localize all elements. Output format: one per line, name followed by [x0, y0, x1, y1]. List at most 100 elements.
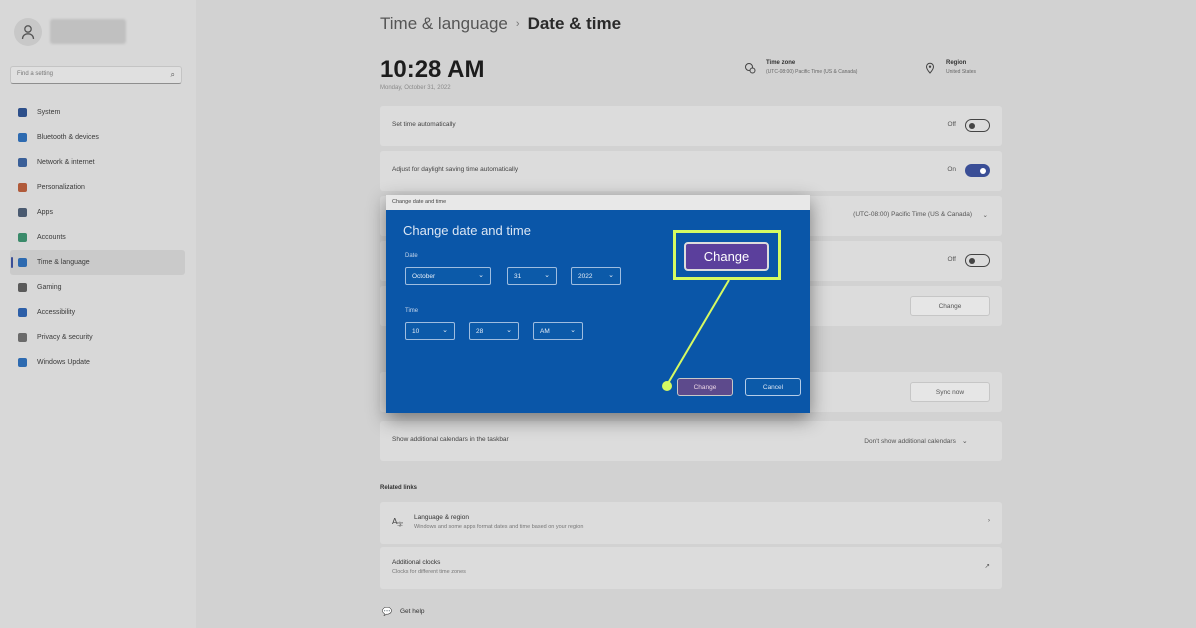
year-value: 2022 [578, 273, 593, 280]
ampm-value: AM [540, 328, 550, 335]
search-input[interactable]: Find a setting ⌕ [10, 66, 182, 84]
sidebar-item-label: Apps [37, 209, 53, 216]
day-value: 31 [514, 273, 522, 280]
set-time-auto-label: Set time automatically [392, 121, 456, 128]
wifi-icon [18, 158, 27, 167]
sidebar-item-apps[interactable]: Apps [10, 200, 185, 225]
sidebar-item-bluetooth-devices[interactable]: Bluetooth & devices [10, 125, 185, 150]
search-placeholder: Find a setting [17, 71, 54, 77]
set-time-auto-toggle[interactable] [965, 119, 990, 132]
gamepad-icon [18, 283, 27, 292]
sidebar-item-label: System [37, 109, 61, 116]
month-value: October [412, 273, 436, 280]
hour-select[interactable]: 10 ⌄ [405, 322, 455, 340]
get-help-link[interactable]: 💬 Get help [382, 607, 425, 616]
dst-auto-state: On [947, 166, 956, 173]
sidebar-item-windows-update[interactable]: Windows Update [10, 350, 185, 375]
dialog-cancel-button[interactable]: Cancel [745, 378, 801, 396]
region-value: United States [946, 69, 977, 75]
location-pin-icon [925, 62, 935, 74]
current-date: Monday, October 31, 2022 [380, 85, 451, 91]
chevron-down-icon: ⌄ [961, 438, 968, 445]
chevron-down-icon: ⌄ [506, 327, 512, 334]
chevron-down-icon: ⌄ [570, 327, 576, 334]
accessibility-icon [18, 308, 27, 317]
region-title: Region [946, 60, 967, 66]
sidebar-item-label: Privacy & security [37, 334, 93, 341]
shield-icon [18, 333, 27, 342]
chevron-down-icon: ⌄ [544, 272, 550, 279]
sidebar-item-label: Gaming [37, 284, 62, 291]
dialog-heading: Change date and time [403, 223, 531, 238]
monitor-icon [18, 108, 27, 117]
time-label: Time [405, 308, 419, 314]
region-summary: Region United States [924, 60, 976, 75]
person-icon [21, 25, 35, 40]
dialog-titlebar[interactable]: Change date and time [386, 195, 810, 210]
additional-clocks-subtitle: Clocks for different time zones [392, 569, 466, 575]
month-select[interactable]: October ⌄ [405, 267, 491, 285]
callout-change-button: Change [684, 242, 769, 271]
manual-change-button[interactable]: Change [910, 296, 990, 316]
sync-now-button[interactable]: Sync now [910, 382, 990, 402]
sidebar-item-label: Windows Update [37, 359, 90, 366]
day-select[interactable]: 31 ⌄ [507, 267, 557, 285]
timezone-title: Time zone [766, 60, 796, 66]
minute-value: 28 [476, 328, 484, 335]
sidebar-item-label: Bluetooth & devices [37, 134, 99, 141]
ampm-select[interactable]: AM ⌄ [533, 322, 583, 340]
sidebar-item-accessibility[interactable]: Accessibility [10, 300, 185, 325]
calendars-dropdown[interactable]: Don't show additional calendars ⌄ [842, 431, 990, 451]
dialog-change-button[interactable]: Change [677, 378, 733, 396]
sidebar-item-label: Time & language [37, 259, 90, 266]
help-chat-icon: 💬 [382, 607, 392, 616]
bluetooth-icon [18, 133, 27, 142]
timezone-summary: Time zone (UTC-08:00) Pacific Time (US &… [744, 60, 857, 75]
dst-auto-row: Adjust for daylight saving time automati… [380, 151, 1002, 191]
search-icon[interactable]: ⌕ [171, 70, 175, 80]
timezone-value: (UTC-08:00) Pacific Time (US & Canada) [766, 69, 858, 75]
dst-auto-label: Adjust for daylight saving time automati… [392, 166, 519, 173]
breadcrumb-parent[interactable]: Time & language [380, 14, 508, 33]
sidebar-nav: System Bluetooth & devices Network & inter… [10, 100, 185, 375]
language-region-link[interactable]: A字 Language & region Windows and some ap… [380, 502, 1002, 544]
chevron-down-icon: ⌄ [982, 212, 988, 219]
calendars-label: Show additional calendars in the taskbar [392, 436, 509, 443]
additional-clocks-title: Additional clocks [392, 559, 441, 566]
minute-select[interactable]: 28 ⌄ [469, 322, 519, 340]
sidebar-item-accounts[interactable]: Accounts [10, 225, 185, 250]
sidebar-item-privacy-security[interactable]: Privacy & security [10, 325, 185, 350]
sidebar-item-label: Accessibility [37, 309, 76, 316]
set-tz-auto-toggle[interactable] [965, 254, 990, 267]
additional-clocks-link[interactable]: Additional clocks Clocks for different t… [380, 547, 1002, 589]
apps-icon [18, 208, 27, 217]
sidebar-item-gaming[interactable]: Gaming [10, 275, 185, 300]
sidebar-item-personalization[interactable]: Personalization [10, 175, 185, 200]
set-time-auto-state: Off [947, 121, 956, 128]
date-label: Date [405, 253, 418, 259]
chevron-down-icon: ⌄ [478, 272, 484, 279]
sidebar-item-time-language[interactable]: Time & language [10, 250, 185, 275]
timezone-dropdown[interactable]: (UTC-08:00) Pacific Time (US & Canada) [853, 211, 972, 218]
calendars-value: Don't show additional calendars [864, 437, 956, 445]
set-tz-auto-state: Off [947, 256, 956, 263]
change-date-time-dialog: Change date and time Change date and tim… [386, 195, 810, 413]
sidebar-item-label: Personalization [37, 184, 85, 191]
language-region-subtitle: Windows and some apps format dates and t… [414, 524, 584, 530]
brush-icon [18, 183, 27, 192]
breadcrumb: Time & language › Date & time [380, 14, 621, 34]
sidebar-item-label: Accounts [37, 234, 66, 241]
year-select[interactable]: 2022 ⌄ [571, 267, 621, 285]
sidebar-item-system[interactable]: System [10, 100, 185, 125]
sidebar: Find a setting ⌕ System Bluetooth & devic… [0, 0, 196, 628]
svg-text:字: 字 [397, 521, 403, 527]
language-region-title: Language & region [414, 514, 469, 521]
chevron-right-icon: › [987, 517, 990, 524]
set-time-auto-row: Set time automatically Off [380, 106, 1002, 146]
page-title: Date & time [527, 14, 622, 33]
sidebar-item-network-internet[interactable]: Network & internet [10, 150, 185, 175]
chevron-down-icon: ⌄ [608, 272, 614, 279]
person-icon [18, 233, 27, 242]
avatar[interactable] [14, 18, 42, 46]
dst-auto-toggle[interactable] [965, 164, 990, 177]
